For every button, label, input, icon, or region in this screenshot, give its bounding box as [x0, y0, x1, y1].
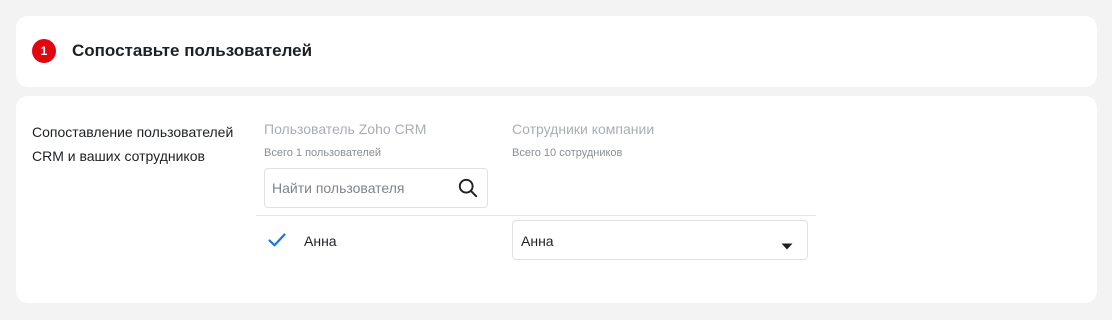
user-search-input[interactable]	[272, 169, 448, 207]
check-icon	[268, 233, 286, 247]
crm-users-column-title: Пользователь Zoho CRM	[264, 121, 427, 137]
user-mapping-card: Сопоставление пользователей CRM и ваших …	[16, 96, 1097, 303]
table-divider	[256, 215, 816, 216]
check-icon-svg	[268, 233, 286, 247]
employees-count: Всего 10 сотрудников	[512, 147, 623, 159]
caret-down-icon	[781, 237, 793, 250]
search-icon-svg	[458, 178, 478, 198]
step-header-card: 1 Сопоставьте пользователей	[16, 16, 1097, 87]
employee-select-value: Анна	[521, 233, 554, 249]
caret-down-icon-svg	[781, 243, 793, 250]
employee-select[interactable]: Анна	[512, 220, 808, 260]
step-number-badge: 1	[32, 39, 56, 63]
section-label: Сопоставление пользователей CRM и ваших …	[32, 124, 234, 164]
step-title: Сопоставьте пользователей	[72, 41, 313, 60]
page: 1 Сопоставьте пользователей Сопоставлени…	[0, 0, 1112, 320]
crm-user-name: Анна	[304, 233, 337, 249]
user-search-box[interactable]	[264, 168, 488, 208]
search-icon[interactable]	[458, 178, 478, 198]
crm-users-count: Всего 1 пользователей	[264, 147, 382, 159]
employees-column-title: Сотрудники компании	[512, 121, 655, 137]
